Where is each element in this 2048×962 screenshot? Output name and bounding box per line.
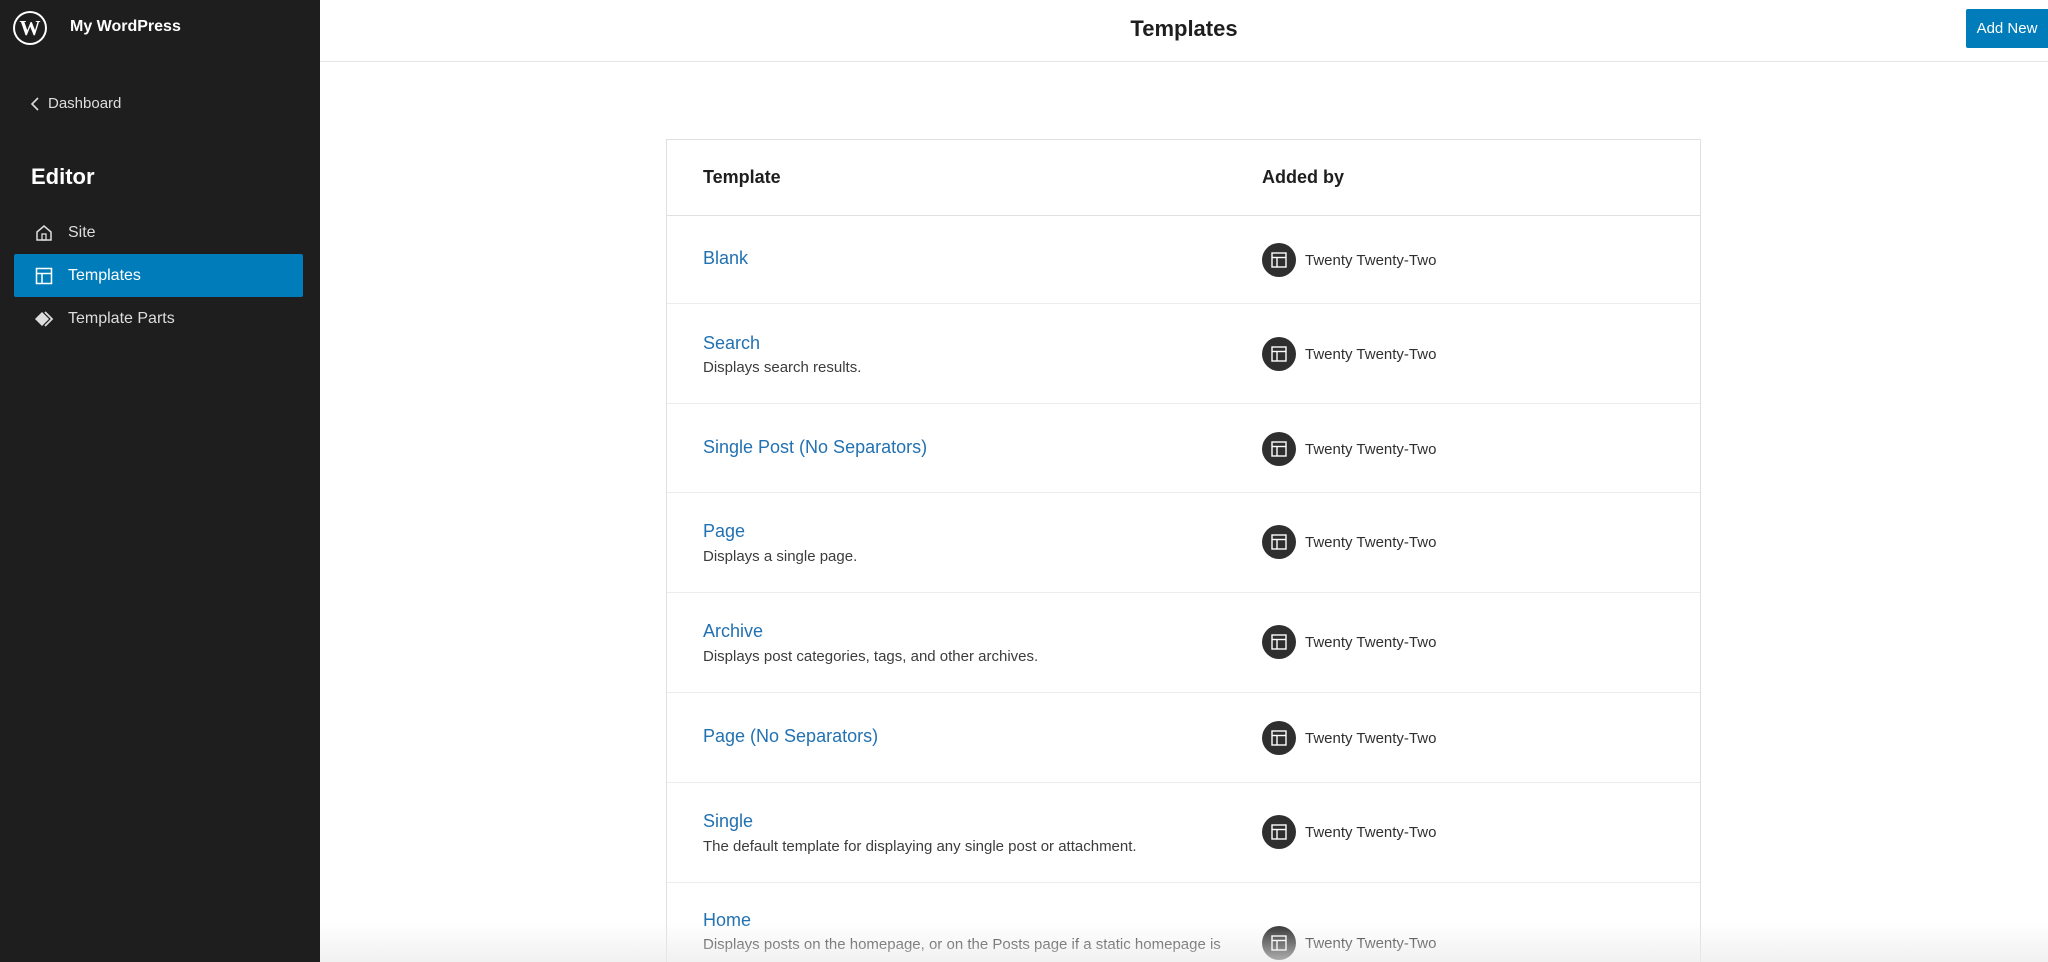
added-by: Twenty Twenty-Two [1262,337,1436,371]
table-header: Template Added by [667,140,1700,216]
sidebar-item-label: Template Parts [68,309,175,327]
layout-icon [1262,525,1296,559]
dashboard-back-link[interactable]: Dashboard [30,95,121,112]
dashboard-back-label: Dashboard [48,95,122,112]
layout-icon [1262,337,1296,371]
table-row: Single Post (No Separators) Twenty Twent… [667,404,1700,493]
added-by: Twenty Twenty-Two [1262,243,1436,277]
table-row: Blank Twenty Twenty-Two [667,216,1700,304]
layout-icon [1262,432,1296,466]
sidebar-item-templates[interactable]: Templates [14,254,303,297]
added-by-label: Twenty Twenty-Two [1305,440,1437,458]
templates-table: Template Added by Blank Twenty Twenty-Tw… [666,139,1701,962]
template-title-link[interactable]: Page (No Separators) [703,726,878,747]
page-title: Templates [1130,16,1238,41]
chevron-left-icon [30,96,39,111]
home-icon [34,223,54,243]
wordpress-logo-icon[interactable]: W [13,11,47,45]
added-by: Twenty Twenty-Two [1262,926,1436,960]
page-header: Templates Add New [320,0,2048,62]
added-by-label: Twenty Twenty-Two [1305,533,1437,551]
sidebar: W My WordPress Dashboard Editor Site Tem… [0,0,320,962]
table-row: Single The default template for displayi… [667,783,1700,883]
added-by: Twenty Twenty-Two [1262,432,1436,466]
sidebar-nav: Site Templates Template Parts [14,211,303,340]
table-row: Search Displays search results. Twenty T… [667,304,1700,404]
sidebar-item-site[interactable]: Site [14,211,303,254]
sidebar-item-label: Site [68,223,96,241]
layout-icon [1262,926,1296,960]
site-hub: W My WordPress [0,0,320,58]
template-title-link[interactable]: Archive [703,621,763,642]
site-editor-app: W My WordPress Dashboard Editor Site Tem… [0,0,2048,962]
added-by-label: Twenty Twenty-Two [1305,823,1437,841]
added-by-label: Twenty Twenty-Two [1305,251,1437,269]
layout-icon [1262,243,1296,277]
template-description: Displays post categories, tags, and othe… [703,648,1039,665]
layout-icon [1262,625,1296,659]
table-row: Page Displays a single page. Twenty Twen… [667,493,1700,593]
template-title-link[interactable]: Search [703,333,760,354]
added-by-label: Twenty Twenty-Two [1305,633,1437,651]
template-title-link[interactable]: Blank [703,248,748,269]
sidebar-item-template-parts[interactable]: Template Parts [14,297,303,340]
template-description: Displays a single page. [703,548,858,565]
added-by-label: Twenty Twenty-Two [1305,729,1437,747]
template-description: The default template for displaying any … [703,838,1137,855]
added-by: Twenty Twenty-Two [1262,525,1436,559]
table-row: Archive Displays post categories, tags, … [667,593,1700,693]
table-row: Page (No Separators) Twenty Twenty-Two [667,693,1700,783]
column-header-template: Template [703,167,781,187]
template-title-link[interactable]: Home [703,910,751,931]
added-by: Twenty Twenty-Two [1262,625,1436,659]
layout-icon [34,266,54,286]
symbol-filled-icon [34,309,54,329]
site-name: My WordPress [70,18,181,35]
added-by: Twenty Twenty-Two [1262,815,1436,849]
template-title-link[interactable]: Single [703,811,753,832]
template-title-link[interactable]: Single Post (No Separators) [703,437,927,458]
add-new-button[interactable]: Add New [1966,9,2048,48]
layout-icon [1262,815,1296,849]
added-by: Twenty Twenty-Two [1262,721,1436,755]
added-by-label: Twenty Twenty-Two [1305,934,1437,952]
template-description: Displays posts on the homepage, or on th… [703,936,1221,953]
sidebar-item-label: Templates [68,266,141,284]
column-header-added-by: Added by [1262,167,1345,187]
template-description: Displays search results. [703,359,862,376]
template-title-link[interactable]: Page [703,521,745,542]
table-row: Home Displays posts on the homepage, or … [667,883,1700,962]
layout-icon [1262,721,1296,755]
sidebar-section-title: Editor [31,164,95,189]
added-by-label: Twenty Twenty-Two [1305,345,1437,363]
